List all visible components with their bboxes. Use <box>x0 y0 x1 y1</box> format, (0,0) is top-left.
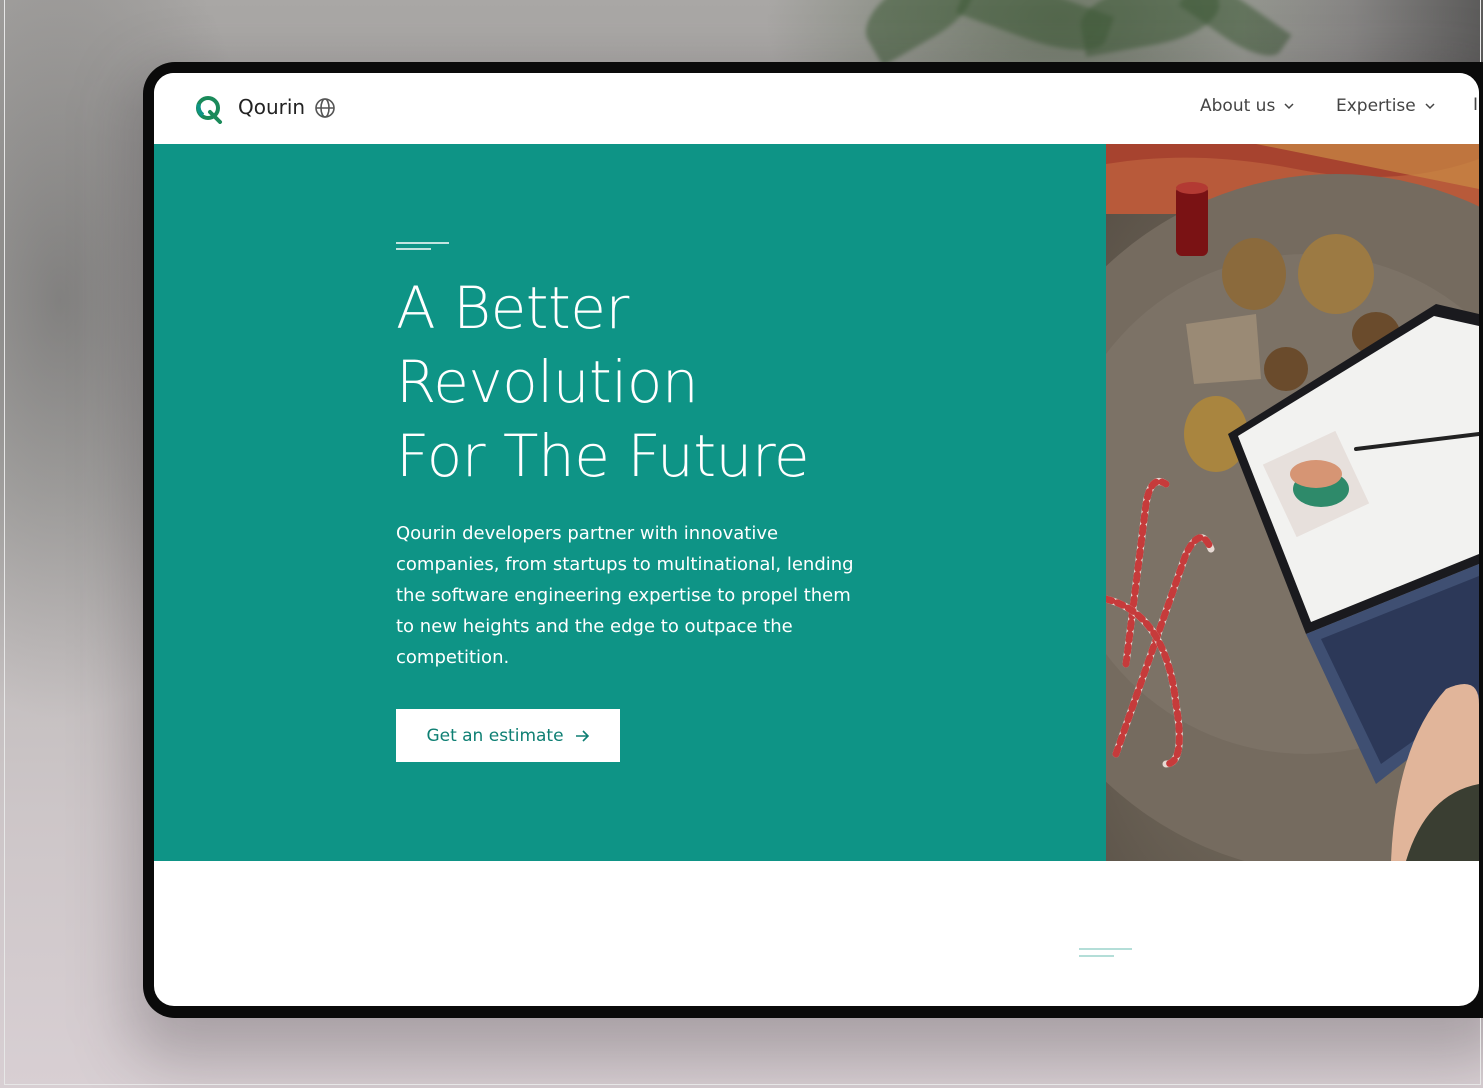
hero-title-line: A Better <box>396 274 629 342</box>
nav-item-label: About us <box>1200 96 1276 116</box>
tablet-screen: Qourin About us Expertise I A Better Rev… <box>154 73 1479 1006</box>
q-logo-icon[interactable] <box>194 94 224 124</box>
tablet-device: Qourin About us Expertise I A Better Rev… <box>143 62 1483 1018</box>
top-navigation: Qourin About us Expertise I <box>154 73 1479 144</box>
brand-name[interactable]: Qourin <box>238 95 305 119</box>
background-shadow <box>1243 0 1483 70</box>
hero-photo <box>1106 144 1479 861</box>
accent-lines <box>396 242 449 250</box>
hero-section: A Better Revolution For The Future Qouri… <box>154 144 1106 861</box>
hero-title-line: For The Future <box>396 422 810 490</box>
photo-illustration <box>1106 144 1479 861</box>
nav-item-label: Expertise <box>1336 96 1416 116</box>
hero-description: Qourin developers partner with innovativ… <box>396 523 854 668</box>
hero-title: A Better Revolution For The Future <box>396 271 810 493</box>
get-estimate-button[interactable]: Get an estimate <box>396 709 620 762</box>
arrow-right-icon <box>575 729 589 742</box>
cta-label: Get an estimate <box>426 725 564 746</box>
hero-title-line: Revolution <box>396 348 699 416</box>
chevron-down-icon <box>1284 103 1294 110</box>
chevron-down-icon <box>1425 103 1435 110</box>
accent-lines <box>1079 948 1132 957</box>
nav-item-truncated[interactable]: I <box>1473 95 1479 115</box>
nav-item-expertise[interactable]: Expertise <box>1336 96 1436 116</box>
globe-icon[interactable] <box>314 97 336 119</box>
nav-item-about-us[interactable]: About us <box>1200 96 1295 116</box>
